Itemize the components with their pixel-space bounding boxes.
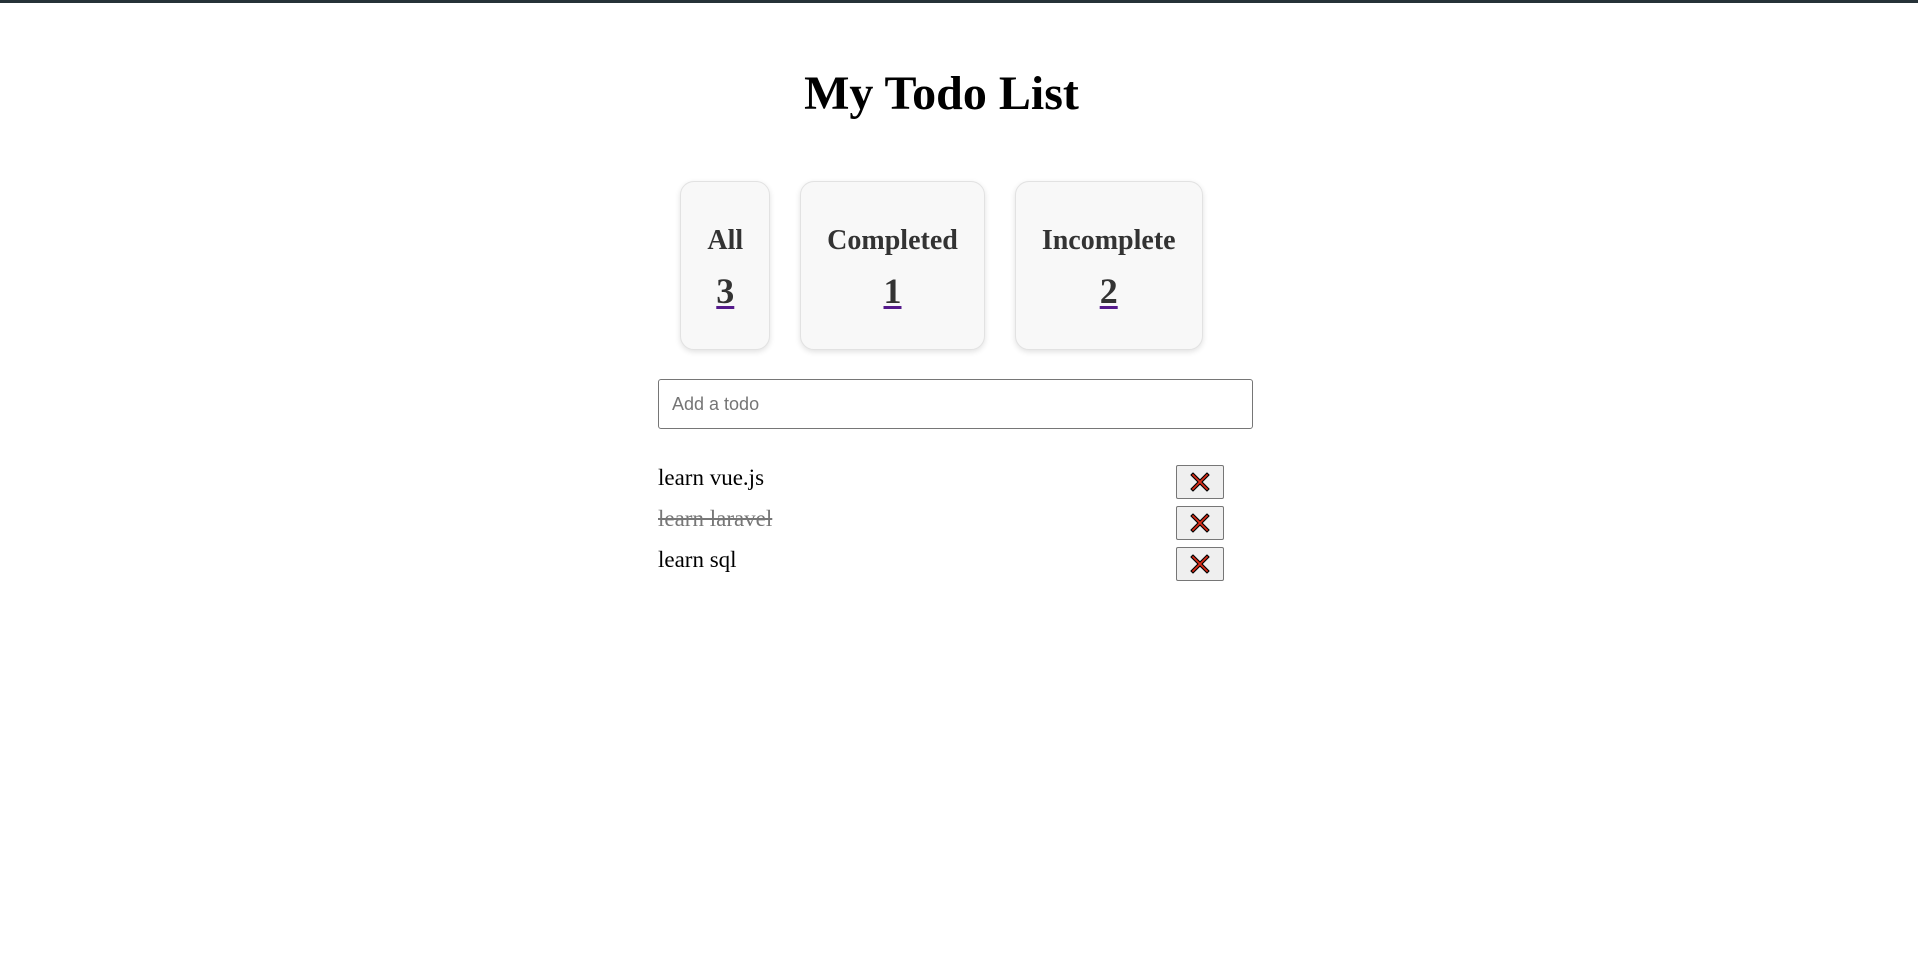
cross-mark-icon <box>1190 513 1210 533</box>
todo-item-text[interactable]: learn sql <box>658 545 737 575</box>
stat-card-completed[interactable]: Completed 1 <box>800 181 985 350</box>
stat-count-incomplete-link[interactable]: 2 <box>1100 270 1118 312</box>
stat-card-all[interactable]: All 3 <box>680 181 771 350</box>
cross-mark-icon <box>1190 554 1210 574</box>
todo-item-text[interactable]: learn vue.js <box>658 463 764 493</box>
stat-label-completed: Completed <box>827 224 958 256</box>
top-border <box>0 0 1918 3</box>
delete-todo-button[interactable] <box>1176 465 1224 499</box>
delete-todo-button[interactable] <box>1176 547 1224 581</box>
todo-item: learn sql <box>658 545 1224 586</box>
todo-item: learn laravel <box>658 504 1224 545</box>
page-title: My Todo List <box>804 67 1079 120</box>
stat-card-incomplete[interactable]: Incomplete 2 <box>1014 181 1203 350</box>
add-todo-input[interactable] <box>658 379 1253 429</box>
cross-mark-icon <box>1190 472 1210 492</box>
delete-todo-button[interactable] <box>1176 506 1224 540</box>
todo-list: learn vue.js learn laravel learn sql <box>658 463 1224 586</box>
todo-item: learn vue.js <box>658 463 1224 504</box>
stats-bar: All 3 Completed 1 Incomplete 2 <box>0 181 1883 350</box>
stat-label-incomplete: Incomplete <box>1041 224 1176 256</box>
stat-count-completed-link[interactable]: 1 <box>884 270 902 312</box>
todo-item-text-completed[interactable]: learn laravel <box>658 504 772 534</box>
stat-label-all: All <box>707 224 744 256</box>
stat-count-all-link[interactable]: 3 <box>716 270 734 312</box>
